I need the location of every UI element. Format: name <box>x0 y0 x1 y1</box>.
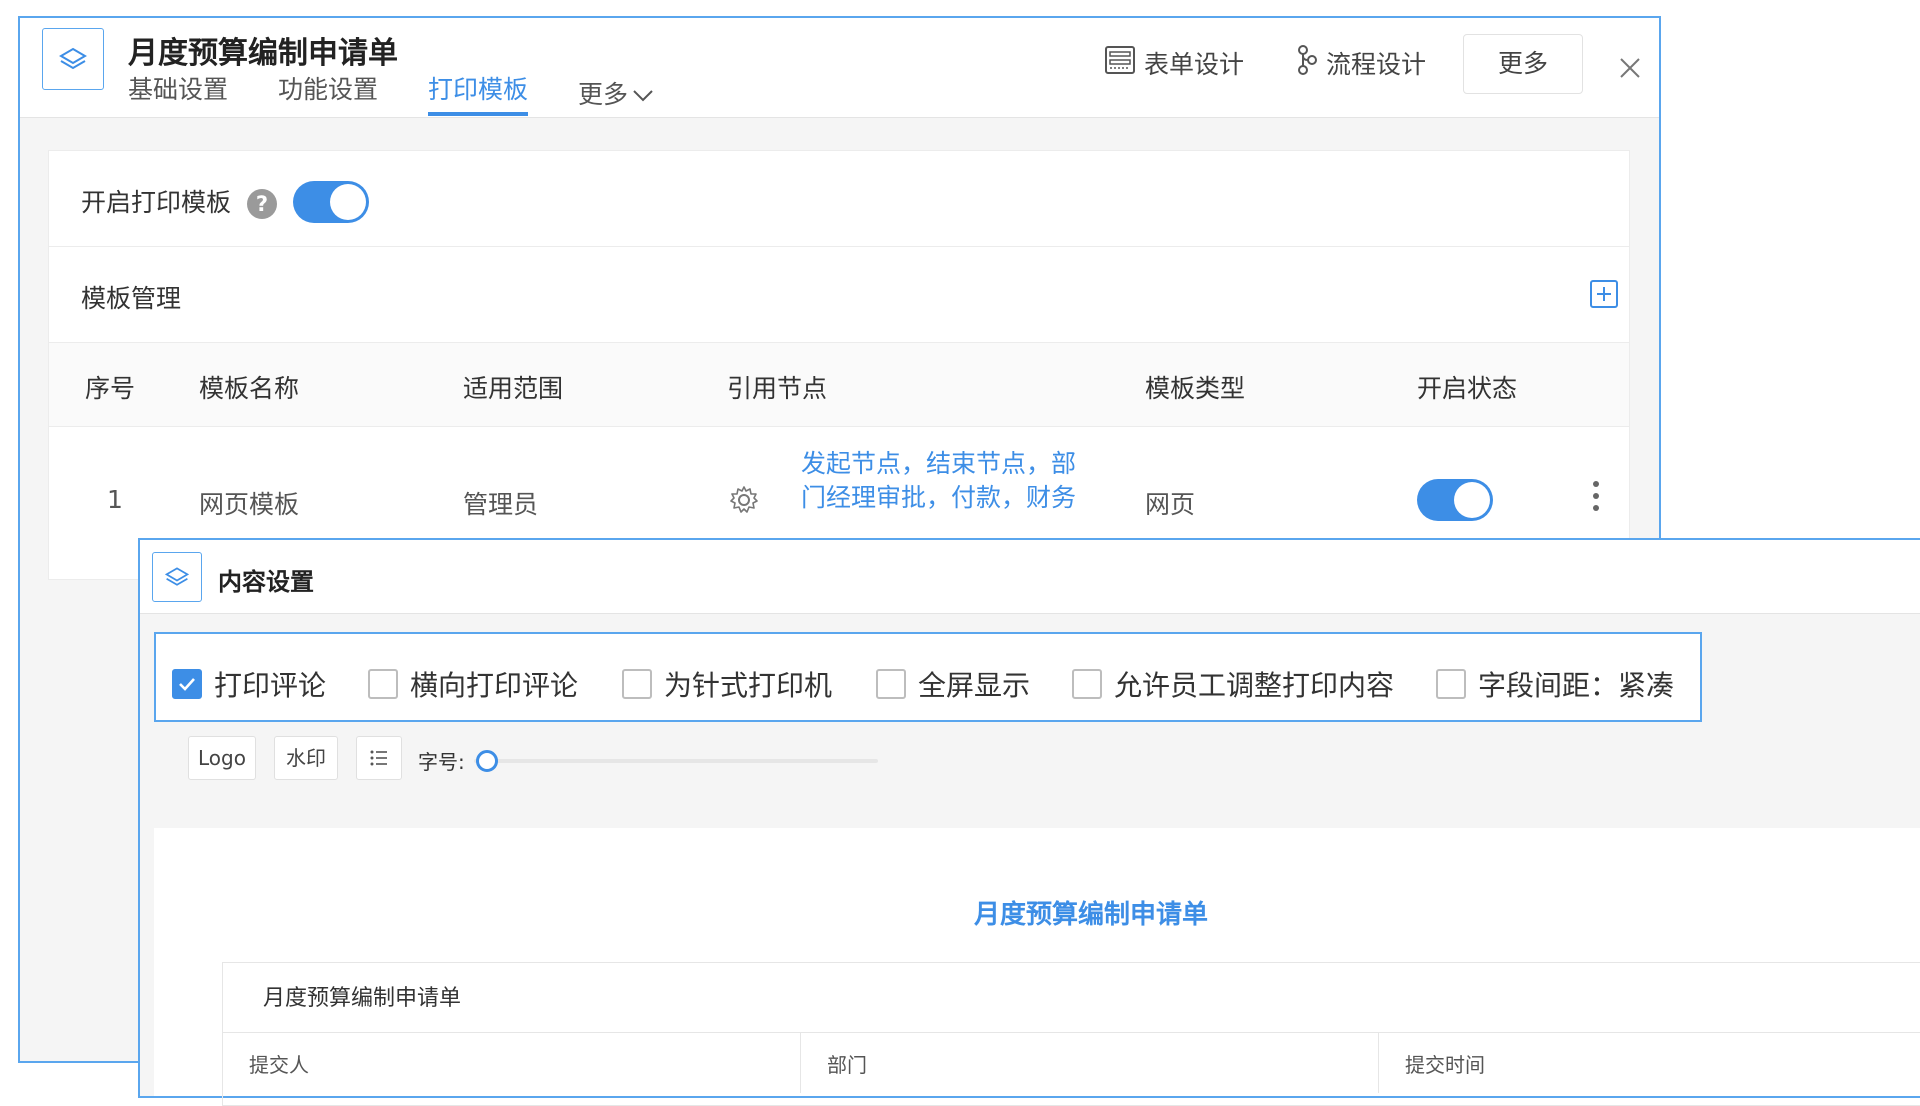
row-scope: 管理员 <box>463 490 539 519</box>
form-design-button[interactable]: 表单设计 <box>1104 44 1244 82</box>
form-design-icon <box>1104 44 1136 82</box>
row-nodes-link[interactable]: 发起节点，结束节点，部门经理审批，付款，财务 <box>801 447 1091 551</box>
font-size-slider-track[interactable] <box>474 759 878 763</box>
row-name: 网页模板 <box>199 490 300 519</box>
option-allow-staff-adjust[interactable]: 允许员工调整打印内容 <box>1072 664 1394 704</box>
option-label: 为针式打印机 <box>664 669 833 702</box>
window-header: 月度预算编制申请单 基础设置 功能设置 打印模板 更多 表单设计 流程设计 更多 <box>20 18 1659 118</box>
more-vertical-icon[interactable] <box>1593 481 1599 517</box>
form-design-label: 表单设计 <box>1144 50 1245 79</box>
field-submit-time: 提交时间 <box>1405 1053 1485 1077</box>
print-preview: 月度预算编制申请单 月度预算编制申请单 提交人 部门 提交时间 <box>154 828 1920 1106</box>
watermark-button[interactable]: 水印 <box>274 736 338 780</box>
preview-form: 月度预算编制申请单 提交人 部门 提交时间 <box>222 962 1920 1106</box>
flow-design-icon <box>1296 44 1318 82</box>
option-label: 允许员工调整打印内容 <box>1114 669 1395 702</box>
tab-more-label: 更多 <box>578 80 629 109</box>
col-type: 模板类型 <box>1145 374 1246 403</box>
more-button[interactable]: 更多 <box>1463 34 1583 94</box>
tab-more[interactable]: 更多 <box>578 74 654 116</box>
logo-button[interactable]: Logo <box>188 736 256 780</box>
col-status: 开启状态 <box>1417 374 1518 403</box>
enable-print-label: 开启打印模板 <box>81 188 232 217</box>
template-card: 开启打印模板 ? 模板管理 序号 模板名称 适用范围 引用节点 模板类型 开启状… <box>48 150 1630 580</box>
chevron-down-icon <box>632 79 654 111</box>
option-label: 横向打印评论 <box>410 669 579 702</box>
tab-print-template[interactable]: 打印模板 <box>428 74 529 116</box>
col-nodes: 引用节点 <box>727 374 828 403</box>
list-icon <box>369 749 389 773</box>
gear-icon[interactable] <box>729 485 759 519</box>
col-index: 序号 <box>85 374 136 403</box>
enable-print-row: 开启打印模板 ? <box>49 151 1629 247</box>
option-landscape-comments[interactable]: 横向打印评论 <box>368 664 578 704</box>
col-scope: 适用范围 <box>463 374 564 403</box>
option-dot-matrix[interactable]: 为针式打印机 <box>622 664 832 704</box>
checkbox[interactable] <box>1072 669 1102 699</box>
content-settings-window: 内容设置 打印评论 横向打印评论 为针式打印机 全屏显示 允许员工调整打印内容 … <box>138 538 1920 1106</box>
add-template-icon[interactable] <box>1589 279 1619 313</box>
option-label: 打印评论 <box>214 669 327 702</box>
option-fullscreen[interactable]: 全屏显示 <box>876 664 1030 704</box>
tab-function-settings[interactable]: 功能设置 <box>278 74 378 116</box>
col-name: 模板名称 <box>199 374 300 403</box>
content-settings-header: 内容设置 <box>140 540 1920 614</box>
flow-design-label: 流程设计 <box>1326 50 1427 79</box>
font-size-label: 字号: <box>418 750 465 774</box>
font-size-slider-handle[interactable] <box>476 750 498 772</box>
checkbox[interactable] <box>876 669 906 699</box>
row-status-toggle[interactable] <box>1417 479 1493 521</box>
option-field-spacing[interactable]: 字段间距：紧凑 <box>1436 664 1674 704</box>
checkbox-checked[interactable] <box>172 669 202 699</box>
checkbox[interactable] <box>1436 669 1466 699</box>
layers-icon <box>152 552 202 602</box>
preview-title: 月度预算编制申请单 <box>974 900 1209 930</box>
layers-icon <box>42 28 104 90</box>
list-button[interactable] <box>356 736 402 780</box>
format-toolbar: Logo 水印 字号: <box>140 726 1920 826</box>
preview-section-title: 月度预算编制申请单 <box>223 963 1920 1033</box>
help-icon[interactable]: ? <box>247 189 277 219</box>
template-management-row: 模板管理 <box>49 247 1629 343</box>
close-icon[interactable] <box>1618 56 1642 84</box>
checkbox[interactable] <box>368 669 398 699</box>
page-title: 月度预算编制申请单 <box>128 36 398 71</box>
row-index: 1 <box>107 485 123 514</box>
option-label: 全屏显示 <box>918 669 1031 702</box>
checkbox[interactable] <box>622 669 652 699</box>
enable-print-toggle[interactable] <box>293 181 369 223</box>
table-header: 序号 模板名称 适用范围 引用节点 模板类型 开启状态 <box>49 343 1629 427</box>
print-options-bar: 打印评论 横向打印评论 为针式打印机 全屏显示 允许员工调整打印内容 字段间距：… <box>154 632 1702 722</box>
option-label: 字段间距：紧凑 <box>1478 669 1675 702</box>
content-settings-title: 内容设置 <box>218 568 314 596</box>
row-type: 网页 <box>1145 490 1196 519</box>
field-submitter: 提交人 <box>223 1033 801 1093</box>
option-print-comments[interactable]: 打印评论 <box>172 664 326 704</box>
flow-design-button[interactable]: 流程设计 <box>1296 44 1426 82</box>
field-department: 部门 <box>801 1033 1379 1093</box>
template-management-title: 模板管理 <box>81 284 182 313</box>
tab-basic-settings[interactable]: 基础设置 <box>128 74 228 116</box>
